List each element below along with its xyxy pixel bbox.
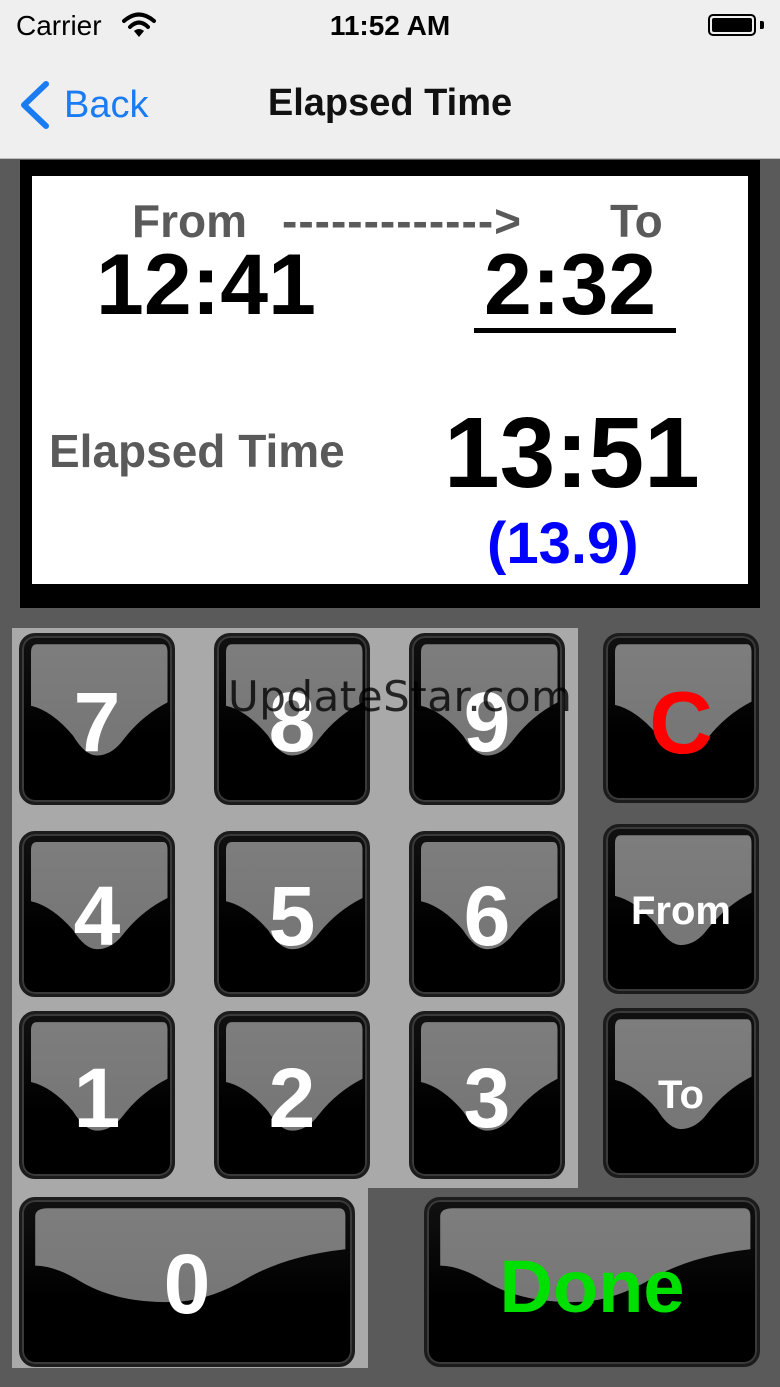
clear-button[interactable]: C (603, 633, 759, 803)
key-label: C (649, 673, 713, 772)
from-button[interactable]: From (603, 824, 759, 994)
status-time: 11:52 AM (329, 10, 451, 41)
elapsed-decimal-value: (13.9) (487, 511, 639, 576)
key-6[interactable]: 6 (409, 831, 565, 997)
key-label: 6 (463, 869, 511, 963)
active-field-underline (474, 328, 676, 333)
from-time-value: 12:41 (96, 237, 316, 333)
key-label: Done (499, 1245, 685, 1328)
key-label: 1 (73, 1051, 121, 1145)
watermark: UpdateStar.com (228, 672, 573, 721)
key-label: 5 (268, 869, 316, 963)
time-display: From -------------> To 12:41 2:32 Elapse… (32, 176, 748, 584)
key-2[interactable]: 2 (214, 1011, 370, 1179)
page-title: Elapsed Time (267, 82, 513, 124)
key-3[interactable]: 3 (409, 1011, 565, 1179)
key-label: 4 (73, 869, 121, 963)
key-label: 7 (73, 675, 121, 769)
battery-icon (708, 14, 764, 38)
key-0[interactable]: 0 (19, 1197, 355, 1367)
navigation-bar: Back Elapsed Time (0, 56, 780, 159)
key-4[interactable]: 4 (19, 831, 175, 997)
to-time-value: 2:32 (484, 237, 657, 333)
key-label: To (658, 1073, 704, 1117)
key-1[interactable]: 1 (19, 1011, 175, 1179)
key-label: 2 (268, 1051, 316, 1145)
key-label: 0 (163, 1237, 211, 1331)
key-label: From (631, 889, 731, 933)
to-button[interactable]: To (603, 1008, 759, 1178)
display-frame: From -------------> To 12:41 2:32 Elapse… (20, 160, 760, 608)
elapsed-time-label: Elapsed Time (49, 425, 345, 477)
key-5[interactable]: 5 (214, 831, 370, 997)
elapsed-time-value: 13:51 (444, 397, 700, 509)
key-label: 3 (463, 1051, 511, 1145)
key-7[interactable]: 7 (19, 633, 175, 805)
done-button[interactable]: Done (424, 1197, 760, 1367)
status-bar: Carrier 11:52 AM (0, 0, 780, 56)
